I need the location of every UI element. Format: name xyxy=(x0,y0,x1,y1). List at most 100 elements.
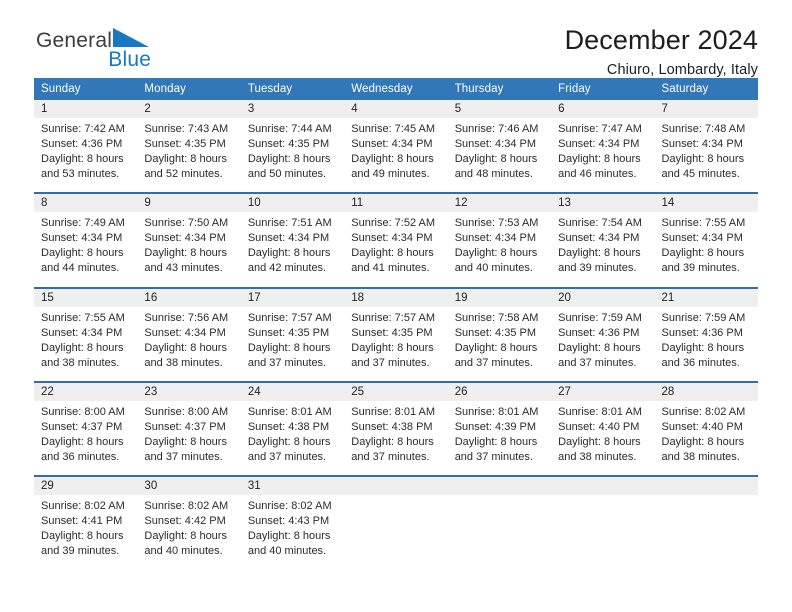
day-number[interactable]: 4 xyxy=(344,100,448,118)
day-number[interactable]: 27 xyxy=(551,380,655,401)
week-detail-row: Sunrise: 8:00 AM Sunset: 4:37 PM Dayligh… xyxy=(34,400,758,476)
day-cell[interactable]: Sunrise: 8:00 AM Sunset: 4:37 PM Dayligh… xyxy=(137,400,241,476)
day-cell-empty xyxy=(551,495,655,570)
day-number[interactable]: 2 xyxy=(137,100,241,118)
day-cell[interactable]: Sunrise: 7:57 AM Sunset: 4:35 PM Dayligh… xyxy=(240,306,345,382)
sunset-text: Sunset: 4:34 PM xyxy=(351,138,433,151)
day-cell[interactable]: Sunrise: 7:46 AM Sunset: 4:34 PM Dayligh… xyxy=(447,118,552,194)
day-number[interactable]: 22 xyxy=(34,380,138,401)
day-cell[interactable]: Sunrise: 7:59 AM Sunset: 4:36 PM Dayligh… xyxy=(551,306,655,382)
daylight-text: Daylight: 8 hours xyxy=(661,341,745,354)
day-number[interactable]: 8 xyxy=(34,192,138,213)
sunrise-text: Sunrise: 7:54 AM xyxy=(558,217,642,230)
day-cell[interactable]: Sunrise: 7:42 AM Sunset: 4:36 PM Dayligh… xyxy=(34,118,138,194)
day-number[interactable]: 5 xyxy=(447,100,552,118)
day-cell[interactable]: Sunrise: 8:01 AM Sunset: 4:38 PM Dayligh… xyxy=(240,400,345,476)
day-cell-empty xyxy=(447,495,552,570)
day-cell[interactable]: Sunrise: 7:50 AM Sunset: 4:34 PM Dayligh… xyxy=(137,212,241,288)
daylight-text-cont: and 43 minutes. xyxy=(144,262,223,275)
day-number[interactable]: 10 xyxy=(240,192,345,213)
brand-logo[interactable]: General Blue xyxy=(34,26,151,70)
day-cell[interactable]: Sunrise: 7:54 AM Sunset: 4:34 PM Dayligh… xyxy=(551,212,655,288)
sunset-text: Sunset: 4:34 PM xyxy=(661,138,743,151)
day-cell[interactable]: Sunrise: 8:01 AM Sunset: 4:39 PM Dayligh… xyxy=(447,400,552,476)
day-cell[interactable]: Sunrise: 7:59 AM Sunset: 4:36 PM Dayligh… xyxy=(654,306,758,382)
daylight-text-cont: and 37 minutes. xyxy=(454,356,533,369)
sunrise-text: Sunrise: 7:46 AM xyxy=(454,123,539,135)
sunrise-text: Sunrise: 8:01 AM xyxy=(558,405,642,418)
sunset-text: Sunset: 4:35 PM xyxy=(454,326,537,339)
day-number[interactable]: 24 xyxy=(240,380,345,401)
day-cell[interactable]: Sunrise: 7:48 AM Sunset: 4:34 PM Dayligh… xyxy=(654,118,758,194)
daylight-text-cont: and 37 minutes. xyxy=(351,450,430,463)
day-number[interactable]: 13 xyxy=(551,192,655,213)
daylight-text: Daylight: 8 hours xyxy=(351,153,434,166)
day-number[interactable]: 6 xyxy=(551,100,655,118)
day-cell[interactable]: Sunrise: 7:53 AM Sunset: 4:34 PM Dayligh… xyxy=(447,212,552,288)
day-number[interactable]: 19 xyxy=(447,286,552,307)
day-cell[interactable]: Sunrise: 7:55 AM Sunset: 4:34 PM Dayligh… xyxy=(654,212,758,288)
day-cell[interactable]: Sunrise: 7:47 AM Sunset: 4:34 PM Dayligh… xyxy=(551,118,655,194)
day-number[interactable]: 12 xyxy=(447,192,552,213)
day-cell[interactable]: Sunrise: 7:51 AM Sunset: 4:34 PM Dayligh… xyxy=(240,212,345,288)
day-cell[interactable]: Sunrise: 7:43 AM Sunset: 4:35 PM Dayligh… xyxy=(137,118,241,194)
daylight-text: Daylight: 8 hours xyxy=(558,435,641,448)
day-number[interactable]: 25 xyxy=(344,380,448,401)
day-number[interactable]: 14 xyxy=(654,192,758,213)
day-cell[interactable]: Sunrise: 8:02 AM Sunset: 4:42 PM Dayligh… xyxy=(137,495,241,570)
day-cell[interactable]: Sunrise: 7:56 AM Sunset: 4:34 PM Dayligh… xyxy=(137,306,241,382)
day-cell[interactable]: Sunrise: 8:02 AM Sunset: 4:43 PM Dayligh… xyxy=(240,495,345,570)
day-cell[interactable]: Sunrise: 7:52 AM Sunset: 4:34 PM Dayligh… xyxy=(344,212,448,288)
daylight-text-cont: and 39 minutes. xyxy=(41,545,120,558)
day-cell[interactable]: Sunrise: 8:02 AM Sunset: 4:40 PM Dayligh… xyxy=(654,400,758,476)
weekday-header-saturday: Saturday xyxy=(654,78,758,100)
day-number-empty xyxy=(551,475,655,495)
day-number[interactable]: 30 xyxy=(137,475,241,495)
page-subtitle: Chiuro, Lombardy, Italy xyxy=(606,62,758,79)
day-number[interactable]: 11 xyxy=(344,192,448,213)
day-number[interactable]: 31 xyxy=(240,475,345,495)
day-number[interactable]: 7 xyxy=(654,100,758,118)
daylight-text-cont: and 37 minutes. xyxy=(351,356,430,369)
daylight-text: Daylight: 8 hours xyxy=(661,153,745,166)
day-cell[interactable]: Sunrise: 8:02 AM Sunset: 4:41 PM Dayligh… xyxy=(34,495,138,570)
day-number[interactable]: 15 xyxy=(34,286,138,307)
sunrise-text: Sunrise: 7:48 AM xyxy=(661,123,746,135)
sunrise-text: Sunrise: 7:45 AM xyxy=(351,123,436,135)
day-number[interactable]: 23 xyxy=(137,380,241,401)
day-number[interactable]: 16 xyxy=(137,286,241,307)
sunrise-text: Sunrise: 8:01 AM xyxy=(351,405,436,418)
day-number[interactable]: 17 xyxy=(240,286,345,307)
day-cell[interactable]: Sunrise: 7:49 AM Sunset: 4:34 PM Dayligh… xyxy=(34,212,138,288)
weekday-header-sunday: Sunday xyxy=(34,78,138,100)
sunrise-text: Sunrise: 8:01 AM xyxy=(247,405,332,418)
daylight-text-cont: and 36 minutes. xyxy=(41,450,120,463)
day-cell[interactable]: Sunrise: 7:57 AM Sunset: 4:35 PM Dayligh… xyxy=(344,306,448,382)
daylight-text: Daylight: 8 hours xyxy=(247,530,331,543)
week-detail-row: Sunrise: 7:55 AM Sunset: 4:34 PM Dayligh… xyxy=(34,306,758,382)
day-cell[interactable]: Sunrise: 7:44 AM Sunset: 4:35 PM Dayligh… xyxy=(240,118,345,194)
day-cell[interactable]: Sunrise: 7:55 AM Sunset: 4:34 PM Dayligh… xyxy=(34,306,138,382)
day-cell[interactable]: Sunrise: 7:45 AM Sunset: 4:34 PM Dayligh… xyxy=(344,118,448,194)
sunrise-text: Sunrise: 7:42 AM xyxy=(41,123,125,135)
day-number[interactable]: 28 xyxy=(654,380,758,401)
sunset-text: Sunset: 4:35 PM xyxy=(247,326,330,339)
day-number[interactable]: 3 xyxy=(240,100,345,118)
calendar-header-row: Sunday Monday Tuesday Wednesday Thursday… xyxy=(34,78,758,100)
day-cell[interactable]: Sunrise: 8:01 AM Sunset: 4:38 PM Dayligh… xyxy=(344,400,448,476)
day-cell[interactable]: Sunrise: 7:58 AM Sunset: 4:35 PM Dayligh… xyxy=(447,306,552,382)
calendar-table: Sunday Monday Tuesday Wednesday Thursday… xyxy=(34,78,758,570)
sunrise-text: Sunrise: 8:02 AM xyxy=(661,405,746,418)
day-number[interactable]: 21 xyxy=(654,286,758,307)
daylight-text-cont: and 48 minutes. xyxy=(454,168,533,181)
day-cell[interactable]: Sunrise: 8:01 AM Sunset: 4:40 PM Dayligh… xyxy=(551,400,655,476)
day-number[interactable]: 18 xyxy=(344,286,448,307)
sunrise-text: Sunrise: 7:52 AM xyxy=(351,217,436,230)
weekday-header-tuesday: Tuesday xyxy=(240,78,345,100)
day-cell[interactable]: Sunrise: 8:00 AM Sunset: 4:37 PM Dayligh… xyxy=(34,400,138,476)
day-number[interactable]: 20 xyxy=(551,286,655,307)
day-number[interactable]: 26 xyxy=(447,380,552,401)
day-number[interactable]: 1 xyxy=(34,100,138,118)
day-number[interactable]: 29 xyxy=(34,475,138,495)
day-number[interactable]: 9 xyxy=(137,192,241,213)
